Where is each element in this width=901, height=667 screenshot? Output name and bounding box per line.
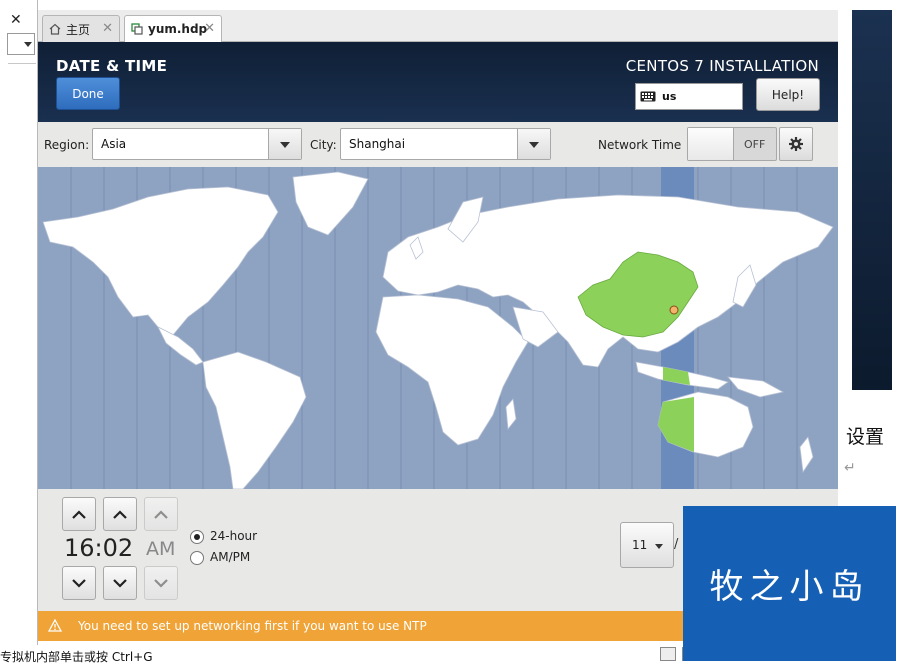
return-icon: ↵	[844, 460, 856, 476]
chevron-down-icon	[72, 578, 86, 588]
chevron-down-icon	[655, 544, 663, 549]
city-value: Shanghai	[349, 137, 406, 151]
help-button[interactable]: Help!	[756, 78, 820, 111]
city-marker-shanghai	[669, 305, 679, 315]
switch-knob[interactable]	[688, 128, 734, 160]
keyboard-layout-indicator[interactable]: us	[635, 83, 743, 110]
divider	[8, 63, 36, 64]
minute-up-button[interactable]	[103, 497, 137, 531]
tab-label: yum.hdp	[148, 22, 208, 36]
status-bar: 专拟机内部单击或按 Ctrl+G	[0, 645, 700, 667]
timezone-map[interactable]	[38, 167, 838, 490]
network-time-switch[interactable]: OFF	[687, 127, 777, 161]
host-dropdown[interactable]	[7, 33, 35, 55]
chevron-down-icon[interactable]	[517, 129, 550, 159]
host-sidebar	[0, 0, 38, 667]
status-text: 专拟机内部单击或按 Ctrl+G	[0, 650, 153, 664]
keyboard-icon	[640, 91, 656, 102]
ampm-down-button[interactable]	[144, 566, 178, 600]
world-map[interactable]	[38, 167, 838, 490]
network-time-label: Network Time	[598, 138, 682, 152]
day-value: 11	[632, 538, 648, 552]
time-display: 16:02	[64, 534, 134, 562]
radio-24-hour[interactable]	[190, 530, 204, 544]
chevron-up-icon	[113, 509, 127, 519]
chevron-down-icon	[113, 578, 127, 588]
host-close-icon[interactable]: ✕	[10, 12, 22, 28]
gear-icon	[789, 137, 803, 151]
region-label: Region:	[44, 138, 90, 152]
switch-state: OFF	[744, 138, 766, 151]
tab-label: 主页	[66, 22, 91, 37]
hour-down-button[interactable]	[62, 566, 96, 600]
timezone-controls: Region: Asia City: Shanghai Network Time…	[38, 122, 838, 167]
network-status-icon[interactable]	[660, 647, 676, 661]
side-label: 设置	[846, 426, 885, 448]
minute-down-button[interactable]	[103, 566, 137, 600]
radio-ampm[interactable]	[190, 551, 204, 565]
ntp-settings-button[interactable]	[779, 127, 813, 161]
tab-yum-hdp[interactable]: yum.hdp ✕	[124, 15, 222, 42]
watermark: 牧之小岛	[683, 506, 896, 661]
region-combobox[interactable]: Asia	[92, 128, 302, 160]
ampm-up-button[interactable]	[144, 497, 178, 531]
installation-title: CENTOS 7 INSTALLATION	[625, 57, 819, 75]
chevron-up-icon	[154, 509, 168, 519]
chevron-down-icon	[154, 578, 168, 588]
chevron-down-icon[interactable]	[268, 129, 301, 159]
region-value: Asia	[101, 137, 127, 151]
home-icon	[49, 23, 61, 35]
watermark-text: 牧之小岛	[709, 567, 870, 607]
city-combobox[interactable]: Shanghai	[340, 128, 551, 160]
city-label: City:	[310, 138, 337, 152]
warning-text: You need to set up networking first if y…	[78, 619, 427, 633]
right-preview-panel	[852, 10, 892, 390]
ampm-display: AM	[146, 538, 176, 560]
radio-ampm-label: AM/PM	[210, 550, 251, 564]
close-icon[interactable]: ✕	[204, 21, 215, 36]
hour-up-button[interactable]	[62, 497, 96, 531]
tab-home[interactable]: 主页 ✕	[42, 15, 120, 42]
chevron-down-icon	[24, 42, 32, 47]
day-combobox[interactable]: 11	[620, 522, 674, 568]
vm-icon	[131, 23, 143, 35]
warning-icon	[48, 619, 62, 632]
radio-24-hour-label: 24-hour	[210, 529, 258, 543]
done-button[interactable]: Done	[56, 77, 120, 110]
date-separator: /	[674, 537, 679, 552]
chevron-up-icon	[72, 509, 86, 519]
installer-header: DATE & TIME Done CENTOS 7 INSTALLATION u…	[38, 42, 838, 122]
keyboard-layout-label: us	[662, 90, 677, 103]
tab-bar: 主页 ✕ yum.hdp ✕	[38, 10, 838, 42]
page-title: DATE & TIME	[56, 57, 168, 75]
close-icon[interactable]: ✕	[102, 21, 113, 36]
